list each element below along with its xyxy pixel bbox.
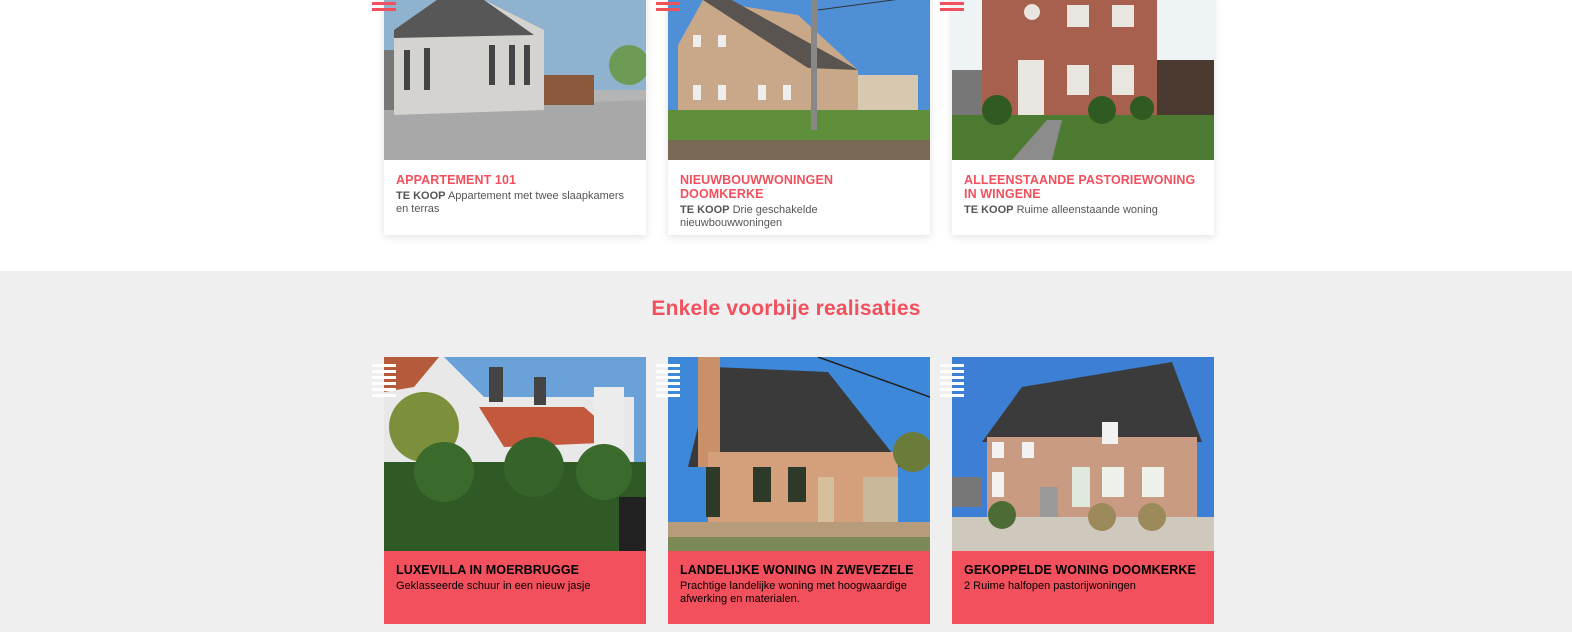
project-description: 2 Ruime halfopen pastorijwoningen bbox=[964, 580, 1136, 592]
menu-icon[interactable] bbox=[940, 0, 964, 14]
listing-desc-text: Ruime alleenstaande woning bbox=[1016, 204, 1158, 216]
listing-title[interactable]: NIEUWBOUWWONINGEN DOOMKERKE bbox=[680, 173, 918, 201]
project-image[interactable] bbox=[668, 357, 930, 551]
listing-card-appartement[interactable]: APPARTEMENT 101 TE KOOP Appartement met … bbox=[384, 0, 646, 235]
project-description: Geklasseerde schuur in een nieuw jasje bbox=[396, 580, 591, 592]
listing-description: TE KOOP Appartement met twee slaapkamers… bbox=[396, 190, 634, 216]
listing-image[interactable] bbox=[952, 0, 1214, 160]
listings-section: APPARTEMENT 101 TE KOOP Appartement met … bbox=[0, 0, 1572, 271]
project-title[interactable]: LANDELIJKE WONING IN ZWEVEZELE bbox=[680, 563, 918, 577]
project-title[interactable]: GEKOPPELDE WONING DOOMKERKE bbox=[964, 563, 1202, 577]
menu-icon[interactable] bbox=[372, 364, 396, 400]
project-card-doomkerke[interactable]: GEKOPPELDE WONING DOOMKERKE 2 Ruime half… bbox=[952, 357, 1214, 624]
listing-title[interactable]: ALLEENSTAANDE PASTORIEWONING IN WINGENE bbox=[964, 173, 1202, 201]
menu-icon[interactable] bbox=[940, 364, 964, 400]
menu-icon[interactable] bbox=[656, 0, 680, 14]
listing-title[interactable]: APPARTEMENT 101 bbox=[396, 173, 634, 187]
project-card-zwevezele[interactable]: LANDELIJKE WONING IN ZWEVEZELE Prachtige… bbox=[668, 357, 930, 624]
project-card-moerbrugge[interactable]: LUXEVILLA IN MOERBRUGGE Geklasseerde sch… bbox=[384, 357, 646, 624]
listing-card-wingene[interactable]: ALLEENSTAANDE PASTORIEWONING IN WINGENE … bbox=[952, 0, 1214, 235]
listing-description: TE KOOP Ruime alleenstaande woning bbox=[964, 204, 1202, 217]
project-image[interactable] bbox=[952, 357, 1214, 551]
project-image[interactable] bbox=[384, 357, 646, 551]
project-title[interactable]: LUXEVILLA IN MOERBRUGGE bbox=[396, 563, 634, 577]
listing-card-doomkerke[interactable]: NIEUWBOUWWONINGEN DOOMKERKE TE KOOP Drie… bbox=[668, 0, 930, 235]
listing-image[interactable] bbox=[668, 0, 930, 160]
listing-tag: TE KOOP bbox=[680, 204, 730, 216]
listing-description: TE KOOP Drie geschakelde nieuwbouwwoning… bbox=[680, 204, 918, 230]
listing-image[interactable] bbox=[384, 0, 646, 160]
listing-tag: TE KOOP bbox=[964, 204, 1014, 216]
section-heading: Enkele voorbije realisaties bbox=[651, 297, 921, 320]
menu-icon[interactable] bbox=[656, 364, 680, 400]
listing-tag: TE KOOP bbox=[396, 190, 446, 202]
menu-icon[interactable] bbox=[372, 0, 396, 14]
project-description: Prachtige landelijke woning met hoogwaar… bbox=[680, 580, 907, 605]
